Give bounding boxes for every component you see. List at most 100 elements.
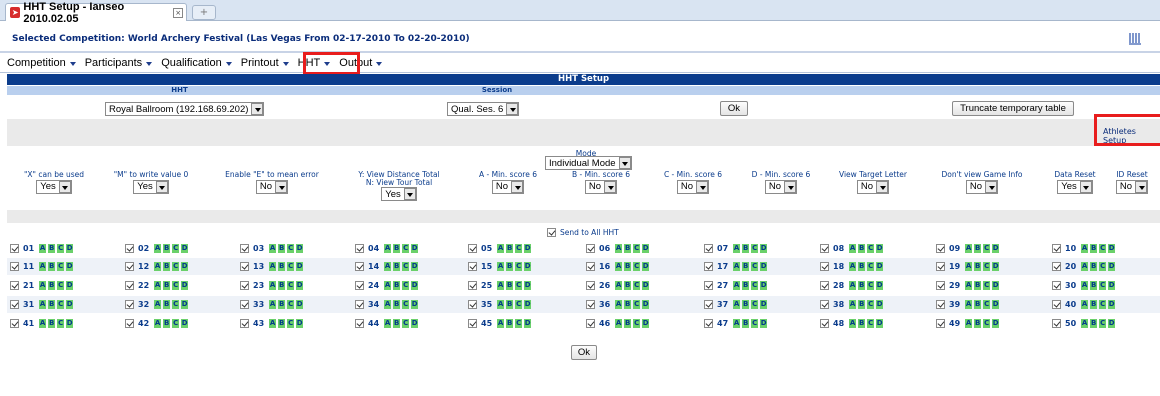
target-letter-b[interactable]: B xyxy=(742,262,750,271)
target-letter-c[interactable]: C xyxy=(983,244,991,253)
target-letter-c[interactable]: C xyxy=(57,244,65,253)
device-checkbox[interactable] xyxy=(468,319,477,328)
target-letter-d[interactable]: D xyxy=(411,262,419,271)
target-letter-a[interactable]: A xyxy=(733,262,741,271)
device-checkbox[interactable] xyxy=(820,244,829,253)
device-checkbox[interactable] xyxy=(10,281,19,290)
target-letter-c[interactable]: C xyxy=(57,300,65,309)
target-letter-a[interactable]: A xyxy=(269,319,277,328)
target-letter-b[interactable]: B xyxy=(624,281,632,290)
device-checkbox[interactable] xyxy=(468,244,477,253)
menu-qualification[interactable]: Qualification xyxy=(161,57,232,69)
device-checkbox[interactable] xyxy=(10,262,19,271)
target-letter-b[interactable]: B xyxy=(974,244,982,253)
target-letter-c[interactable]: C xyxy=(402,262,410,271)
menu-printout[interactable]: Printout xyxy=(241,57,289,69)
target-letter-b[interactable]: B xyxy=(393,244,401,253)
target-letter-c[interactable]: C xyxy=(867,244,875,253)
target-letter-a[interactable]: A xyxy=(965,300,973,309)
device-checkbox[interactable] xyxy=(468,262,477,271)
target-letter-d[interactable]: D xyxy=(1108,300,1116,309)
target-letter-b[interactable]: B xyxy=(742,319,750,328)
target-letter-b[interactable]: B xyxy=(624,262,632,271)
device-checkbox[interactable] xyxy=(125,262,134,271)
device-checkbox[interactable] xyxy=(820,319,829,328)
target-letter-d[interactable]: D xyxy=(181,262,189,271)
target-letter-b[interactable]: B xyxy=(393,262,401,271)
target-letter-a[interactable]: A xyxy=(1081,281,1089,290)
target-letter-a[interactable]: A xyxy=(154,262,162,271)
target-letter-d[interactable]: D xyxy=(992,244,1000,253)
target-letter-d[interactable]: D xyxy=(760,319,768,328)
device-checkbox[interactable] xyxy=(704,319,713,328)
device-checkbox[interactable] xyxy=(10,319,19,328)
target-letter-a[interactable]: A xyxy=(615,262,623,271)
target-letter-c[interactable]: C xyxy=(983,262,991,271)
target-letter-c[interactable]: C xyxy=(867,300,875,309)
target-letter-d[interactable]: D xyxy=(642,244,650,253)
target-letter-d[interactable]: D xyxy=(181,319,189,328)
option-select[interactable]: No xyxy=(764,179,798,194)
target-letter-c[interactable]: C xyxy=(1099,319,1107,328)
device-checkbox[interactable] xyxy=(936,244,945,253)
target-letter-a[interactable]: A xyxy=(1081,300,1089,309)
target-letter-a[interactable]: A xyxy=(849,319,857,328)
device-checkbox[interactable] xyxy=(586,244,595,253)
menu-output[interactable]: Output xyxy=(339,57,383,69)
option-select[interactable]: Yes xyxy=(36,179,72,194)
option-select[interactable]: No xyxy=(255,179,289,194)
target-letter-d[interactable]: D xyxy=(524,281,532,290)
target-letter-a[interactable]: A xyxy=(154,244,162,253)
target-letter-d[interactable]: D xyxy=(642,262,650,271)
device-checkbox[interactable] xyxy=(586,281,595,290)
target-letter-b[interactable]: B xyxy=(163,300,171,309)
truncate-table-button[interactable]: Truncate temporary table xyxy=(952,101,1074,116)
target-letter-b[interactable]: B xyxy=(278,244,286,253)
target-letter-b[interactable]: B xyxy=(1090,244,1098,253)
target-letter-b[interactable]: B xyxy=(624,319,632,328)
device-checkbox[interactable] xyxy=(240,300,249,309)
target-letter-b[interactable]: B xyxy=(858,262,866,271)
target-letter-b[interactable]: B xyxy=(163,262,171,271)
device-checkbox[interactable] xyxy=(1052,262,1061,271)
target-letter-d[interactable]: D xyxy=(642,319,650,328)
target-letter-b[interactable]: B xyxy=(48,244,56,253)
option-select[interactable]: Yes xyxy=(1057,179,1093,194)
target-letter-a[interactable]: A xyxy=(615,244,623,253)
target-letter-c[interactable]: C xyxy=(172,281,180,290)
target-letter-c[interactable]: C xyxy=(867,281,875,290)
target-letter-a[interactable]: A xyxy=(154,319,162,328)
target-letter-c[interactable]: C xyxy=(633,262,641,271)
target-letter-d[interactable]: D xyxy=(524,262,532,271)
target-letter-a[interactable]: A xyxy=(965,319,973,328)
target-letter-c[interactable]: C xyxy=(57,281,65,290)
target-letter-d[interactable]: D xyxy=(876,300,884,309)
target-letter-a[interactable]: A xyxy=(615,319,623,328)
device-checkbox[interactable] xyxy=(1052,319,1061,328)
device-checkbox[interactable] xyxy=(355,319,364,328)
device-checkbox[interactable] xyxy=(1052,300,1061,309)
target-letter-c[interactable]: C xyxy=(57,262,65,271)
target-letter-d[interactable]: D xyxy=(1108,244,1116,253)
target-letter-b[interactable]: B xyxy=(393,300,401,309)
target-letter-d[interactable]: D xyxy=(992,319,1000,328)
target-letter-b[interactable]: B xyxy=(393,281,401,290)
send-to-all-checkbox[interactable] xyxy=(547,228,556,237)
option-select[interactable]: No xyxy=(491,179,525,194)
target-letter-a[interactable]: A xyxy=(615,281,623,290)
target-letter-c[interactable]: C xyxy=(515,319,523,328)
device-checkbox[interactable] xyxy=(240,281,249,290)
target-letter-c[interactable]: C xyxy=(402,300,410,309)
target-letter-c[interactable]: C xyxy=(287,300,295,309)
option-select[interactable]: No xyxy=(584,179,618,194)
target-letter-d[interactable]: D xyxy=(760,244,768,253)
target-letter-d[interactable]: D xyxy=(181,244,189,253)
bottom-ok-button[interactable]: Ok xyxy=(571,345,597,360)
target-letter-c[interactable]: C xyxy=(633,319,641,328)
device-checkbox[interactable] xyxy=(586,319,595,328)
target-letter-b[interactable]: B xyxy=(974,281,982,290)
target-letter-a[interactable]: A xyxy=(384,244,392,253)
target-letter-a[interactable]: A xyxy=(384,300,392,309)
target-letter-a[interactable]: A xyxy=(497,262,505,271)
option-select[interactable]: No xyxy=(965,179,999,194)
